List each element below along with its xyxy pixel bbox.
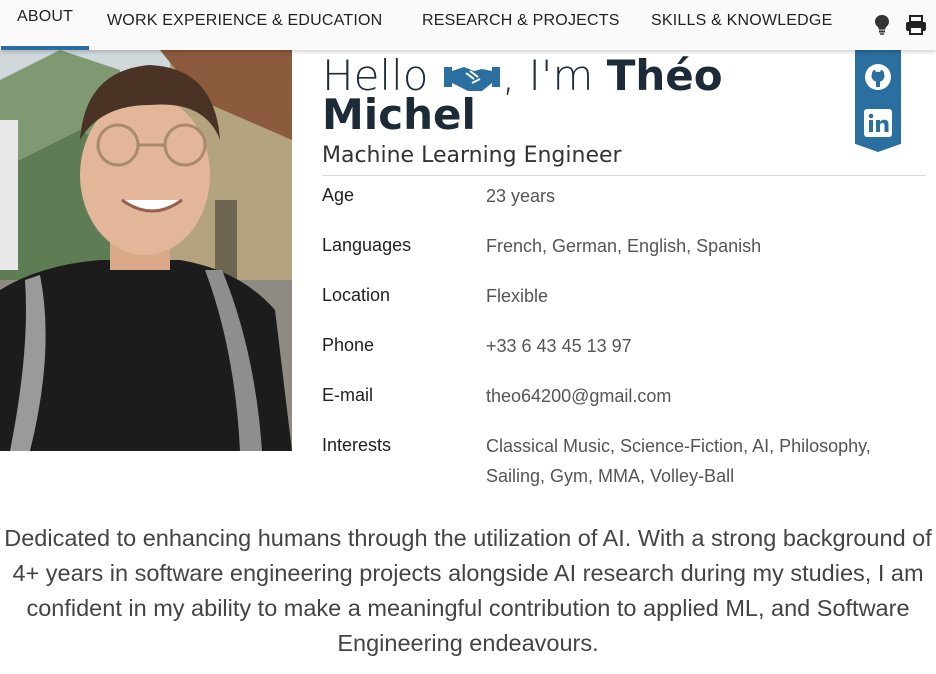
profile-photo: [0, 50, 292, 451]
summary-text: Dedicated to enhancing humans through th…: [4, 525, 932, 656]
info-value[interactable]: +33 6 43 45 13 97: [486, 331, 926, 361]
github-icon[interactable]: [863, 62, 893, 92]
greeting-heading: Hello , I'm Théo Michel: [322, 55, 862, 136]
social-ribbon: [855, 50, 901, 152]
tab-research-projects[interactable]: RESEARCH & PROJECTS: [422, 0, 620, 50]
info-value: French, German, English, Spanish: [486, 236, 762, 256]
tab-skills-knowledge[interactable]: SKILLS & KNOWLEDGE: [651, 0, 832, 50]
info-key: Interests: [322, 435, 392, 455]
info-key: Languages: [322, 235, 412, 255]
hello-suffix: , I'm: [501, 51, 594, 100]
linkedin-icon[interactable]: [863, 108, 893, 138]
divider: [322, 175, 926, 176]
info-key: E-mail: [322, 385, 374, 405]
info-value: Flexible: [486, 286, 549, 306]
info-key: Phone: [322, 335, 375, 355]
info-value[interactable]: theo64200@gmail.com: [486, 381, 926, 411]
lightbulb-icon[interactable]: [872, 14, 894, 36]
info-key: Location: [322, 285, 391, 305]
tab-about[interactable]: ABOUT: [1, 0, 90, 50]
info-value: 23 years: [486, 186, 556, 206]
info-key: Age: [322, 185, 355, 205]
last-name: Michel: [322, 89, 476, 139]
job-title: Machine Learning Engineer: [322, 143, 622, 168]
top-navigation: ABOUT WORK EXPERIENCE & EDUCATION RESEAR…: [0, 0, 936, 50]
first-name: Théo: [606, 51, 723, 100]
print-icon[interactable]: [905, 14, 927, 36]
tab-work-experience-education[interactable]: WORK EXPERIENCE & EDUCATION: [107, 0, 382, 50]
info-value: Classical Music, Science-Fiction, AI, Ph…: [486, 436, 871, 486]
